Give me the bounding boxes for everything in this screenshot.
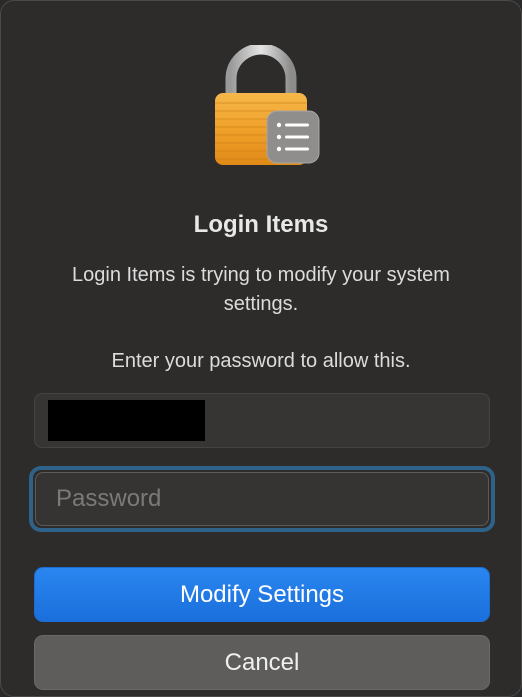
password-input[interactable] — [35, 472, 489, 526]
username-field[interactable] — [34, 393, 490, 448]
redacted-username — [48, 400, 205, 441]
lock-icon — [211, 45, 323, 169]
modify-settings-button[interactable]: Modify Settings — [34, 567, 490, 622]
list-badge-icon — [266, 110, 320, 164]
dialog-title: Login Items — [193, 211, 329, 238]
password-field-focus-ring — [29, 466, 495, 532]
dialog-message: Login Items is trying to modify your sys… — [72, 264, 450, 315]
authorization-dialog: Login Items Login Items is trying to mod… — [0, 0, 522, 697]
password-prompt: Enter your password to allow this. — [111, 350, 411, 372]
cancel-button[interactable]: Cancel — [34, 635, 490, 690]
